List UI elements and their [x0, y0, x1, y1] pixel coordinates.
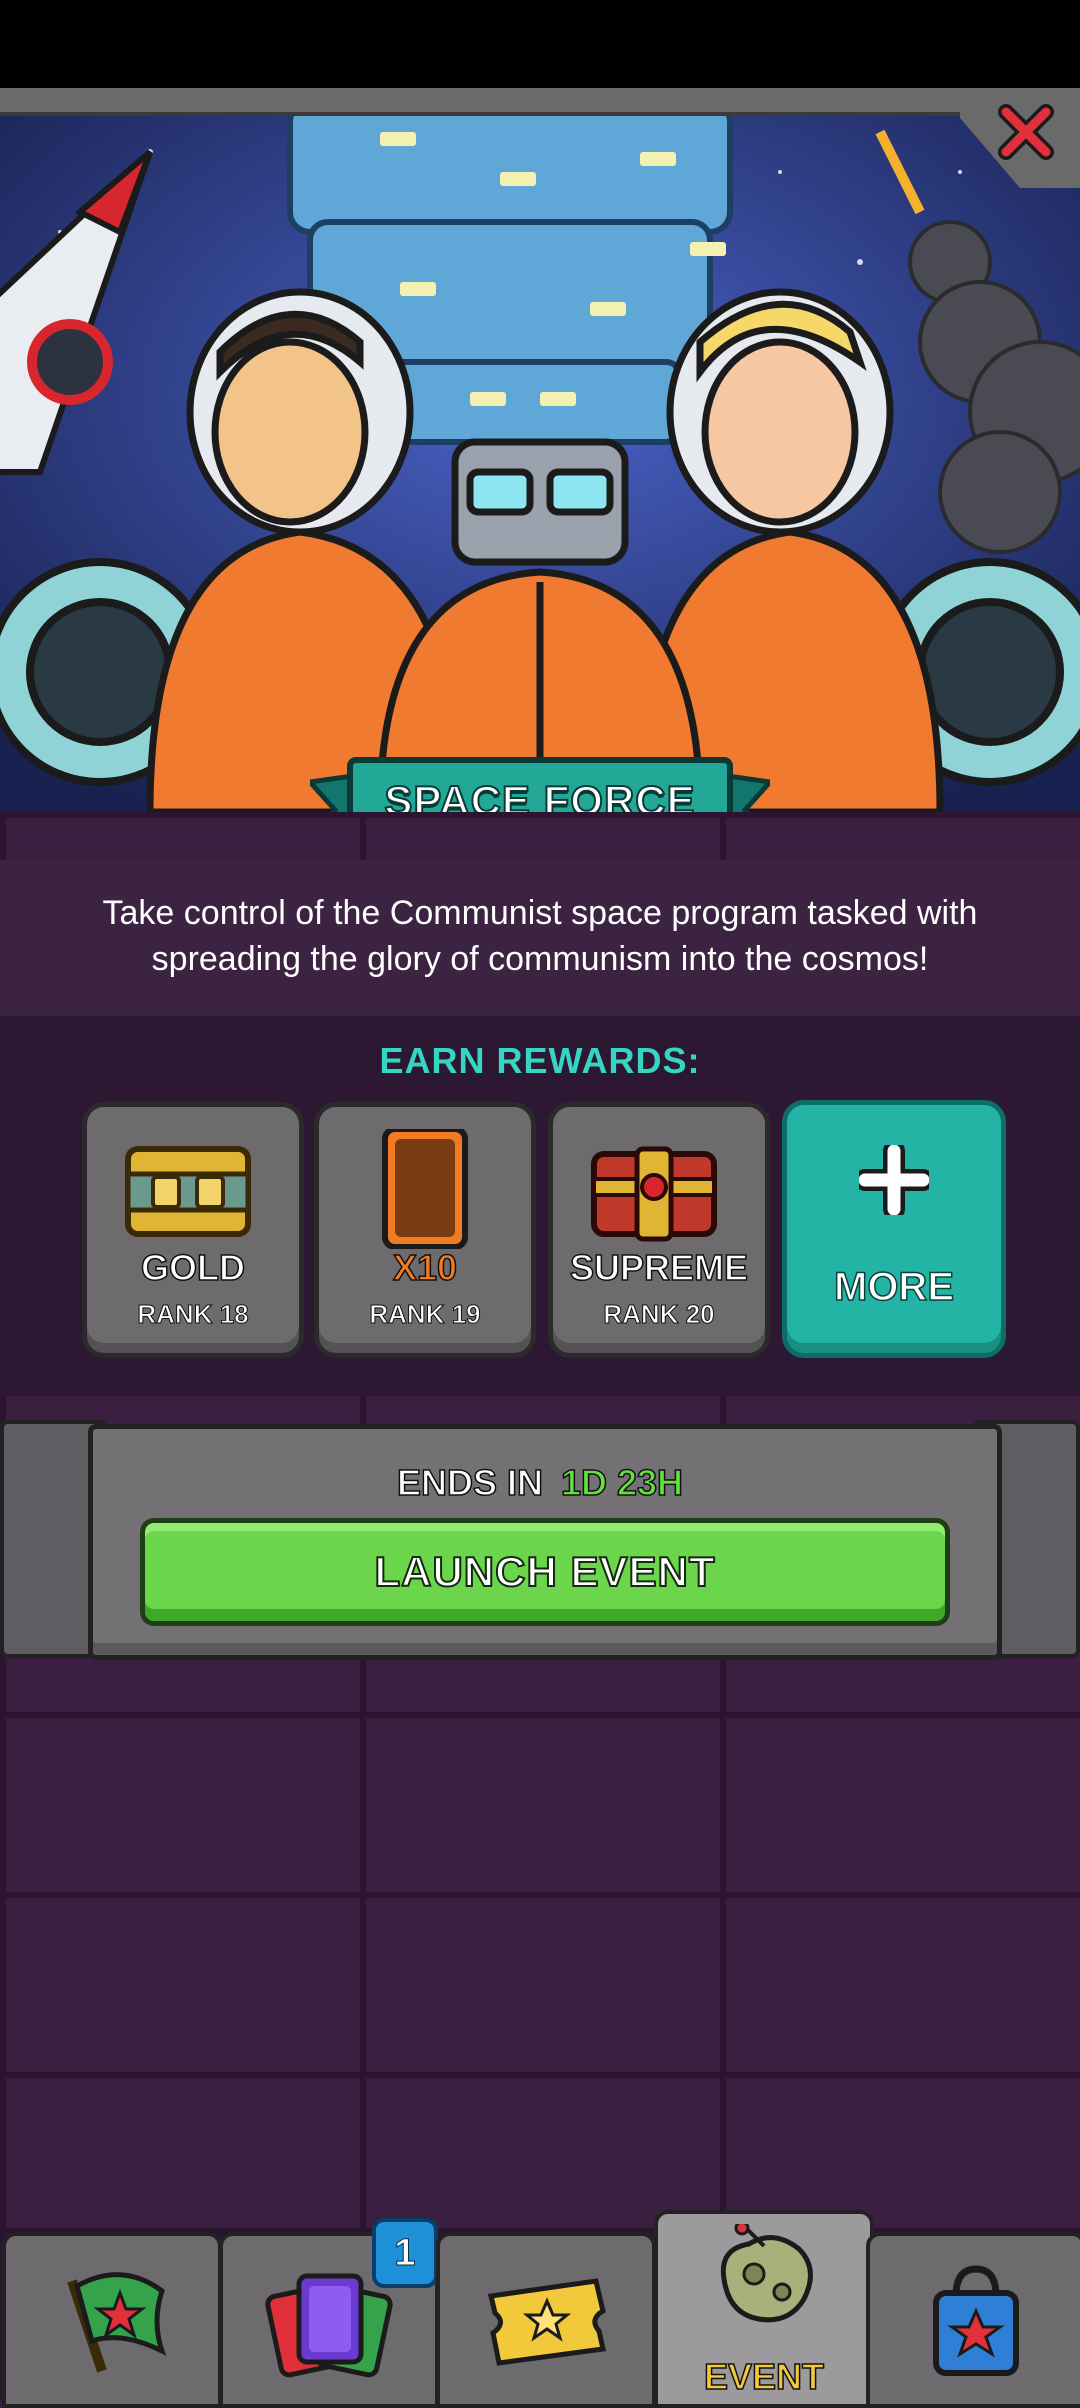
close-button[interactable]	[994, 100, 1058, 164]
more-label: MORE	[833, 1264, 955, 1310]
nav-tab-label: EVENT	[703, 2355, 825, 2398]
ends-in-label: ENDS IN	[396, 1461, 544, 1504]
reward-name: GOLD	[140, 1246, 246, 1289]
ticket-icon	[440, 2246, 652, 2396]
reward-rank: RANK 19	[369, 1299, 481, 1330]
event-hero-illustration	[0, 112, 1080, 812]
event-timer: ENDS IN 1D 23H	[0, 1461, 1080, 1504]
event-description: Take control of the Communist space prog…	[102, 894, 978, 978]
nav-tab-missions[interactable]	[2, 2232, 222, 2408]
gold-chest-icon	[123, 1129, 253, 1249]
panel-top-frame	[0, 88, 1080, 116]
more-rewards-button[interactable]: MORE	[782, 1100, 1006, 1358]
supreme-chest-icon	[589, 1129, 719, 1249]
reward-name: X10	[392, 1246, 458, 1289]
reward-card-supreme[interactable]: SUPREME RANK 20	[548, 1102, 770, 1358]
reward-rank: RANK 20	[603, 1299, 715, 1330]
launch-event-button[interactable]: LAUNCH EVENT	[140, 1518, 950, 1626]
reward-card-gold[interactable]: GOLD RANK 18	[82, 1102, 304, 1358]
reward-card-x10[interactable]: X10 RANK 19	[314, 1102, 536, 1358]
cards-notification-badge: 1	[372, 2218, 438, 2288]
status-bar	[0, 0, 1080, 90]
reward-name: SUPREME	[569, 1246, 749, 1289]
earn-rewards-heading: EARN REWARDS:	[379, 1040, 701, 1081]
plus-icon	[787, 1135, 1001, 1225]
nav-tab-ticket[interactable]	[436, 2232, 656, 2408]
flag-icon	[6, 2246, 218, 2396]
asteroid-event-icon	[658, 2214, 870, 2344]
nav-tab-event[interactable]: EVENT	[654, 2210, 874, 2408]
ends-in-time: 1D 23H	[560, 1461, 684, 1504]
shop-bag-icon	[870, 2246, 1080, 2396]
card-pack-icon	[355, 1126, 485, 1250]
close-icon	[998, 104, 1054, 160]
nav-tab-shop[interactable]	[866, 2232, 1080, 2408]
reward-rank: RANK 18	[137, 1299, 249, 1330]
